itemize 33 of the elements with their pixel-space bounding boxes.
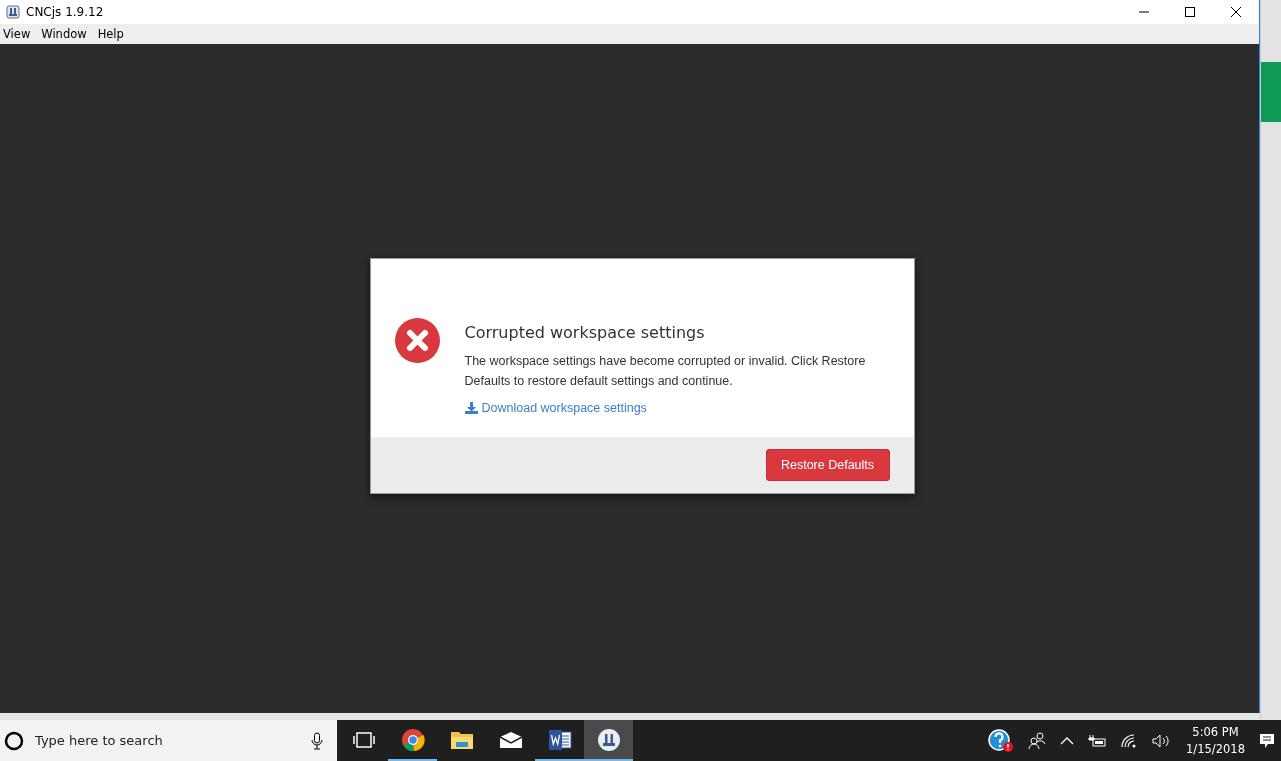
window-title: CNCjs 1.9.12 [26,5,104,19]
side-panel [1261,62,1281,122]
clock-date[interactable]: 1/15/2018 [1186,740,1245,758]
folder-icon [449,729,474,750]
menu-item[interactable]: Window [40,27,92,41]
taskbar-app-button[interactable] [584,720,633,761]
document-icon [547,728,572,751]
task-view-icon [352,730,375,749]
volume-icon[interactable] [1152,733,1171,748]
dialog-title: Corrupted workspace settings [464,323,706,342]
restore-defaults-button[interactable]: Restore Defaults [765,449,890,481]
close-icon [1230,6,1242,18]
envelope-icon [498,730,523,749]
download-link[interactable]: Download workspace settings [464,401,890,415]
download-icon [464,402,478,414]
dialog-message: The workspace settings have become corrupted or invalid. Click Restore Defaults to restore default settings and continue. [464,353,867,390]
search-field[interactable]: Type here to search [0,720,337,761]
chevron-up-icon[interactable] [1060,736,1075,745]
search-input[interactable]: Type here to search [33,732,302,749]
notification-icon[interactable] [1259,732,1275,749]
clock-time[interactable]: 5:06 PM [1192,723,1239,741]
browser-icon [400,727,425,752]
app-logo-icon [6,5,20,19]
menu-item[interactable]: View [2,27,36,41]
help-alert-icon[interactable] [988,728,1015,753]
battery-icon[interactable] [1088,734,1107,747]
menu-item[interactable]: Help [96,27,129,41]
microphone-icon[interactable] [311,731,323,750]
people-icon[interactable] [1028,731,1047,750]
error-icon [394,318,440,363]
app-logo-icon [596,727,621,752]
maximize-icon [1184,6,1196,18]
search-icon [4,730,24,751]
